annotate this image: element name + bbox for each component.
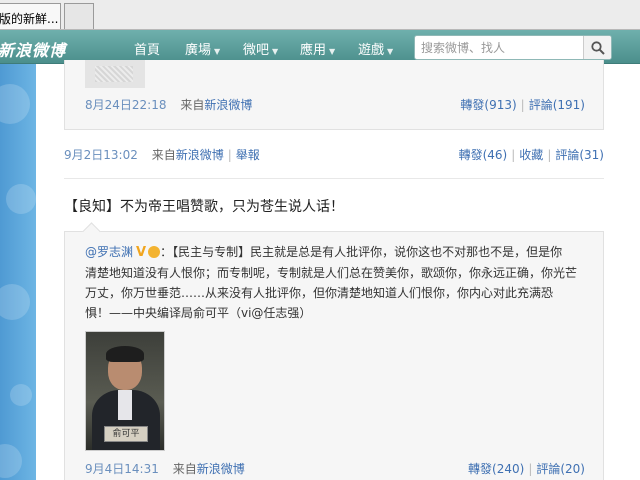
quote-line-4: 惧！——中央编译局俞可平（vi@任志强） bbox=[85, 306, 312, 320]
nav-weiba[interactable]: 微吧 ▼ bbox=[243, 39, 278, 58]
browser-tab-active[interactable]: 版的新鮮... bbox=[0, 3, 61, 29]
comment-link[interactable]: 評論(20) bbox=[536, 462, 585, 476]
nav-games[interactable]: 遊戲 ▼ bbox=[358, 39, 393, 58]
quoted-post-body: @罗志渊 V ：【民主与专制】民主就是总是有人批评你，说你这也不对那也不是，但是你 … bbox=[85, 242, 590, 323]
comment-link[interactable]: 評論(31) bbox=[555, 148, 604, 162]
post-text: 【良知】不为帝王唱赞歌，只为苍生说人话！ bbox=[64, 199, 344, 215]
site-logo[interactable]: 新浪微博 bbox=[0, 37, 66, 61]
repost-link[interactable]: 轉發(913) bbox=[460, 98, 516, 112]
quoted-post: @罗志渊 V ：【民主与专制】民主就是总是有人批评你，说你这也不对那也不是，但是你 … bbox=[64, 231, 604, 480]
nav-weiba-label: 微吧 bbox=[243, 43, 270, 58]
post-meta-previous: 9月2日13:02 来自新浪微博 | 舉報 bbox=[64, 148, 260, 162]
repost-link[interactable]: 轉發(46) bbox=[459, 148, 508, 162]
quote-line-2: 清楚地知道没有人恨你；而专制呢，专制就是人们总在赞美你，歌颂你，你永远正确，你光… bbox=[85, 266, 578, 280]
source-prefix: 来自 bbox=[172, 462, 197, 476]
search-button[interactable] bbox=[583, 36, 611, 59]
nav-home-label: 首頁 bbox=[134, 43, 161, 58]
quoted-post-meta: 9月4日14:31 来自新浪微博 bbox=[85, 460, 245, 477]
nav-apps-label: 應用 bbox=[300, 43, 327, 58]
repost-link[interactable]: 轉發(240) bbox=[468, 462, 524, 476]
report-link[interactable]: 舉報 bbox=[236, 148, 260, 162]
thumbnail-image[interactable] bbox=[85, 60, 145, 88]
source-prefix: 来自 bbox=[151, 148, 176, 162]
search-box bbox=[414, 35, 612, 60]
quote-line-3: 万丈，你万世垂范……从来没有人批评你，但你清楚地知道人们恨你，你内心对此充满恐 bbox=[85, 286, 554, 300]
nav-games-label: 遊戲 bbox=[358, 43, 385, 58]
chevron-down-icon: ▼ bbox=[329, 47, 336, 56]
quoted-post-previous: 8月24日22:18 来自新浪微博 轉發(913) | 評論(191) bbox=[64, 60, 604, 130]
feed-main: 8月24日22:18 来自新浪微博 轉發(913) | 評論(191) 9月2日13… bbox=[36, 60, 640, 480]
photo-caption: 俞可平 bbox=[104, 426, 148, 442]
source-link[interactable]: 新浪微博 bbox=[204, 98, 252, 112]
quote-line-1: ：【民主与专制】民主就是总是有人批评你，说你这也不对那也不是，但是你 bbox=[160, 245, 563, 259]
nav-square-label: 廣場 bbox=[185, 43, 212, 58]
post-actions-previous: 轉發(46) | 收藏 | 評論(31) bbox=[458, 148, 604, 162]
post-time[interactable]: 9月2日13:02 bbox=[64, 148, 138, 162]
post-time[interactable]: 8月24日22:18 bbox=[85, 98, 167, 112]
search-icon bbox=[591, 41, 605, 55]
browser-tab-title: 版的新鮮... bbox=[0, 12, 59, 26]
crown-icon bbox=[148, 246, 161, 258]
source-link[interactable]: 新浪微博 bbox=[176, 148, 224, 162]
nav-apps[interactable]: 應用 ▼ bbox=[300, 39, 335, 58]
chevron-down-icon: ▼ bbox=[387, 47, 394, 56]
search-input[interactable] bbox=[421, 40, 581, 56]
chevron-down-icon: ▼ bbox=[214, 47, 221, 56]
source-prefix: 来自 bbox=[180, 98, 205, 112]
browser-tab-strip: 版的新鮮... bbox=[0, 0, 640, 30]
quoted-post-meta: 8月24日22:18 来自新浪微博 bbox=[85, 96, 252, 113]
nav-square[interactable]: 廣場 ▼ bbox=[185, 39, 220, 58]
comment-link[interactable]: 評論(191) bbox=[529, 98, 585, 112]
favorite-link[interactable]: 收藏 bbox=[519, 148, 543, 162]
new-tab-button[interactable] bbox=[64, 3, 94, 29]
quoted-post-actions: 轉發(240) | 評論(20) bbox=[468, 462, 585, 476]
feed-divider bbox=[64, 178, 604, 179]
author-link[interactable]: @罗志渊 bbox=[85, 245, 133, 259]
background-decoration bbox=[0, 64, 36, 480]
quoted-post-actions: 轉發(913) | 評論(191) bbox=[460, 98, 585, 112]
post-time[interactable]: 9月4日14:31 bbox=[85, 462, 159, 476]
source-link[interactable]: 新浪微博 bbox=[197, 462, 245, 476]
chevron-down-icon: ▼ bbox=[272, 47, 279, 56]
verified-icon: V bbox=[136, 245, 147, 260]
nav-home[interactable]: 首頁 bbox=[134, 39, 160, 58]
post-photo[interactable]: 俞可平 bbox=[85, 331, 165, 451]
